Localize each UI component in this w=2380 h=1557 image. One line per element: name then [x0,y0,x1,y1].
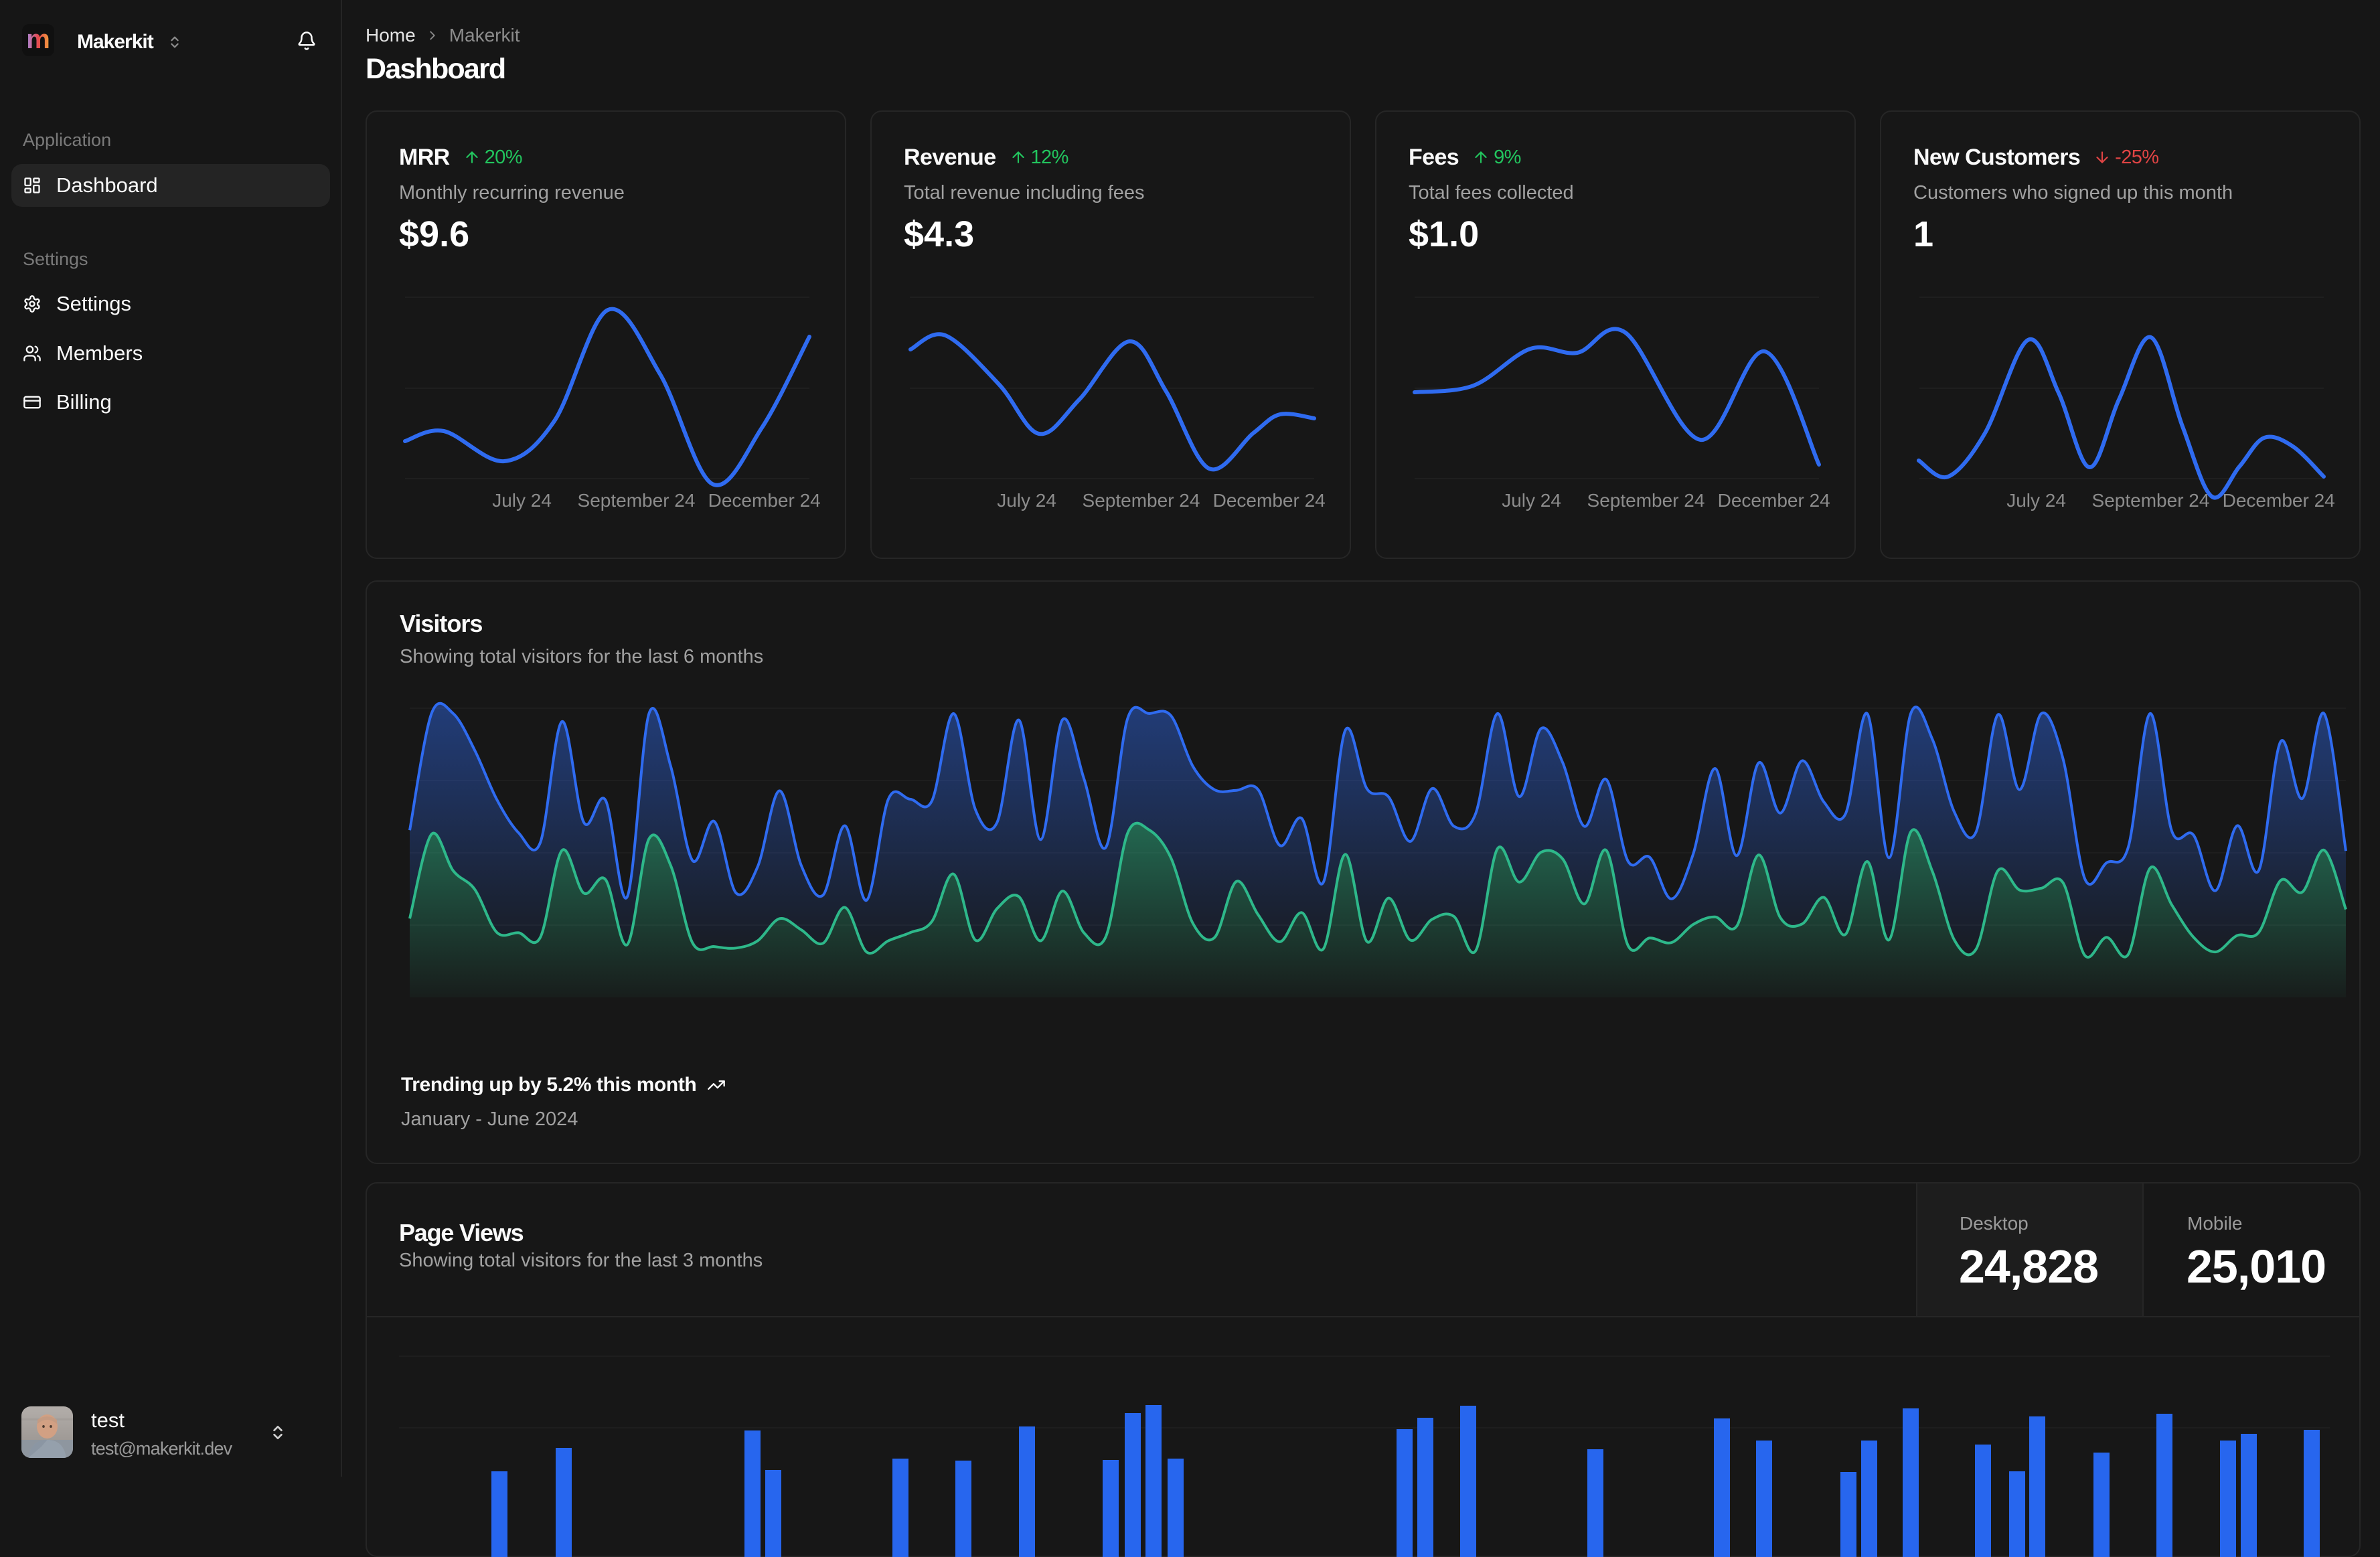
svg-text:m: m [26,25,50,54]
